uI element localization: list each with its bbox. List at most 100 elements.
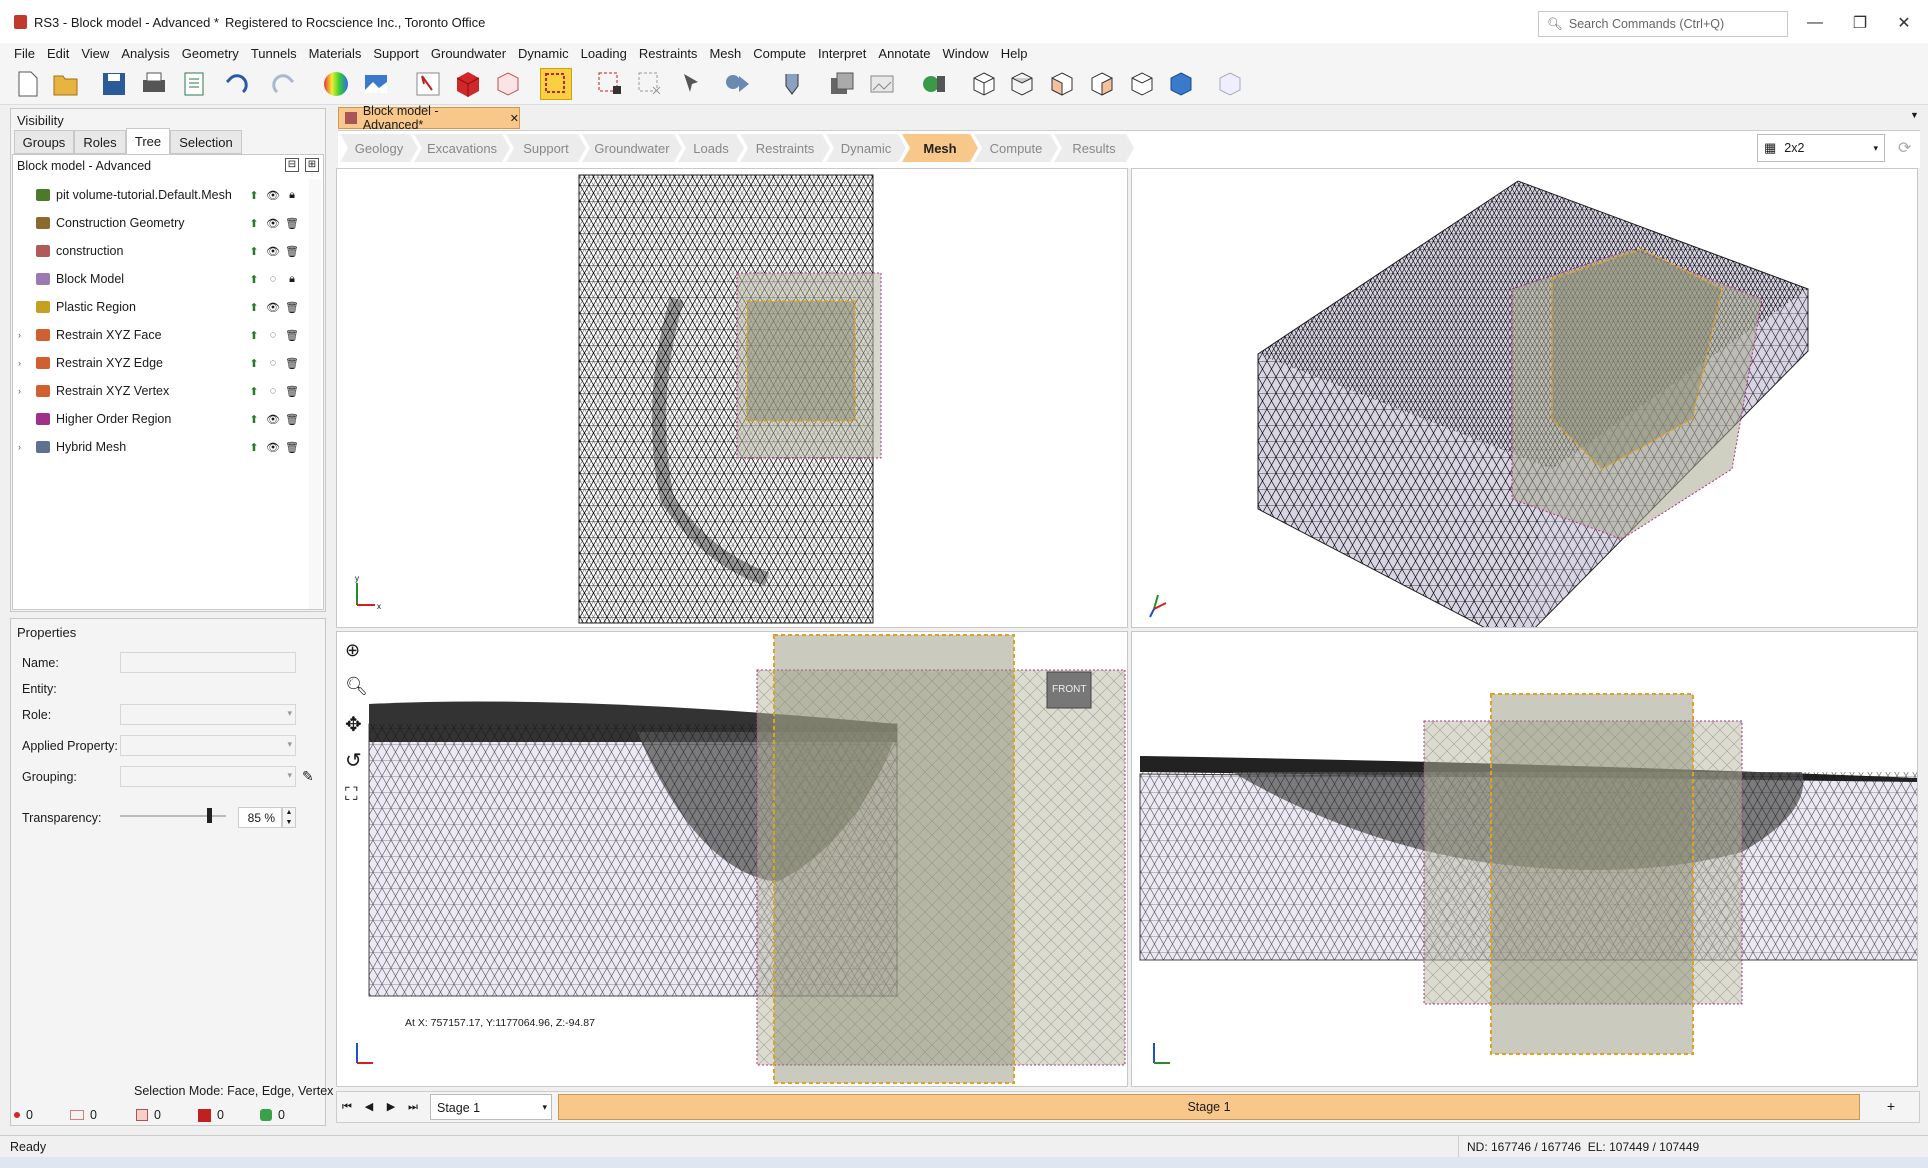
tab-tree[interactable]: Tree (126, 128, 170, 154)
eye-icon[interactable]: 👁︎ (266, 301, 280, 314)
stage-select[interactable]: Stage 1 ▾ (430, 1094, 552, 1120)
view-back-button[interactable] (1126, 68, 1158, 100)
tab-overflow-icon[interactable]: ▼ (1910, 110, 1919, 120)
image-export-button[interactable] (866, 68, 898, 100)
menu-interpret[interactable]: Interpret (812, 46, 872, 61)
tree-item[interactable]: › Restrain XYZ Face ⬆ ◌ 🗑︎ (18, 322, 307, 348)
apply-property-icon[interactable]: ⬆ (248, 301, 260, 314)
tree-item[interactable]: › Hybrid Mesh ⬆ 👁︎ 🗑︎ (18, 434, 307, 460)
grouping-select[interactable]: ▾ (120, 766, 296, 787)
edit-grouping-icon[interactable]: ✎ (302, 768, 314, 785)
apply-property-icon[interactable]: ⬆ (248, 217, 260, 230)
workflow-step-support[interactable]: Support (506, 134, 586, 162)
expand-chevron-icon[interactable]: › (18, 442, 21, 452)
deselect-button[interactable] (634, 68, 666, 100)
apply-property-icon[interactable]: ⬆ (248, 357, 260, 370)
prev-stage-button[interactable]: ◀ (360, 1097, 378, 1117)
tab-groups[interactable]: Groups (14, 130, 74, 154)
shapes-button[interactable] (722, 68, 754, 100)
last-stage-button[interactable]: ⏭ (404, 1097, 422, 1117)
view-top-button[interactable] (1006, 68, 1038, 100)
layers-button[interactable] (826, 68, 858, 100)
probe-button[interactable] (776, 68, 808, 100)
menu-help[interactable]: Help (995, 46, 1034, 61)
workflow-step-compute[interactable]: Compute (974, 134, 1058, 162)
eye-icon[interactable]: 👁︎ (266, 413, 280, 426)
menu-mesh[interactable]: Mesh (703, 46, 747, 61)
transparency-spinner[interactable]: ▲ ▼ (282, 807, 296, 828)
pan-icon[interactable]: ✥ (345, 712, 369, 736)
apply-property-icon[interactable]: ⬆ (248, 329, 260, 342)
transparency-slider-thumb[interactable] (207, 808, 213, 823)
name-field[interactable] (120, 652, 296, 673)
apply-property-icon[interactable]: ⬆ (248, 189, 260, 202)
delete-icon[interactable]: 🗑︎ (285, 245, 299, 258)
menu-file[interactable]: File (8, 46, 41, 61)
box-outline-button[interactable] (492, 68, 524, 100)
lock-icon[interactable]: 🔒︎ (286, 189, 298, 201)
first-stage-button[interactable]: ⏮ (338, 1097, 356, 1117)
zoom-window-icon[interactable]: ⊕ (345, 640, 369, 664)
workflow-step-excavations[interactable]: Excavations (414, 134, 510, 162)
document-tab[interactable]: Block model - Advanced* ✕ (338, 104, 520, 132)
workflow-step-mesh[interactable]: Mesh (902, 134, 978, 162)
tab-selection[interactable]: Selection (170, 130, 242, 154)
workflow-step-geology[interactable]: Geology (340, 134, 418, 162)
menu-window[interactable]: Window (936, 46, 994, 61)
viewport-top[interactable]: xy (336, 168, 1128, 628)
role-select[interactable]: ▾ (120, 704, 296, 725)
delete-icon[interactable]: 🗑︎ (285, 329, 299, 342)
viewport-side[interactable] (1131, 631, 1918, 1087)
menu-materials[interactable]: Materials (303, 46, 368, 61)
print-button[interactable] (138, 68, 170, 100)
eye-hidden-icon[interactable]: ◌ (267, 329, 279, 341)
workflow-step-dynamic[interactable]: Dynamic (826, 134, 906, 162)
lock-icon[interactable]: 🔒︎ (286, 273, 298, 285)
delete-icon[interactable]: 🗑︎ (285, 385, 299, 398)
apply-property-icon[interactable]: ⬆ (248, 273, 260, 286)
redo-button[interactable] (268, 68, 300, 100)
applied-property-select[interactable]: ▾ (120, 735, 296, 756)
select-tool-button[interactable] (412, 68, 444, 100)
workflow-step-groundwater[interactable]: Groundwater (582, 134, 682, 162)
delete-icon[interactable]: 🗑︎ (285, 357, 299, 370)
rotate-icon[interactable]: ↺ (345, 748, 369, 772)
stage-tab[interactable]: Stage 1 (558, 1094, 1860, 1120)
view-disabled-button[interactable] (1214, 68, 1246, 100)
new-file-button[interactable] (12, 68, 44, 100)
lock-selection-button[interactable] (594, 68, 626, 100)
close-button[interactable]: ✕ (1884, 8, 1924, 38)
report-button[interactable] (178, 68, 210, 100)
search-commands-input[interactable]: 🔍︎ Search Commands (Ctrl+Q) (1538, 11, 1788, 37)
workflow-step-loads[interactable]: Loads (678, 134, 744, 162)
menu-support[interactable]: Support (367, 46, 425, 61)
collapse-all-button[interactable]: ⊟ (285, 158, 299, 172)
workflow-step-restraints[interactable]: Restraints (740, 134, 830, 162)
eye-icon[interactable]: 👁︎ (266, 189, 280, 202)
view-perspective-button[interactable] (1166, 68, 1198, 100)
restore-button[interactable]: ❐ (1840, 8, 1880, 38)
refresh-icon[interactable]: ⟳ (1898, 138, 1911, 158)
viewport-3d[interactable] (1131, 168, 1918, 628)
apply-property-icon[interactable]: ⬆ (248, 413, 260, 426)
zoom-icon[interactable]: 🔍︎ (345, 676, 369, 700)
tree-item[interactable]: construction ⬆ 👁︎ 🗑︎ (22, 238, 307, 264)
expand-chevron-icon[interactable]: › (18, 386, 21, 396)
menu-view[interactable]: View (75, 46, 115, 61)
menu-dynamic[interactable]: Dynamic (512, 46, 575, 61)
add-stage-button[interactable]: + (1866, 1094, 1916, 1120)
apply-property-icon[interactable]: ⬆ (248, 385, 260, 398)
viewport-front[interactable]: FRONT At X: 757157.17, Y:1177064.96, Z:-… (336, 631, 1128, 1087)
red-cube-button[interactable] (452, 68, 484, 100)
delete-icon[interactable]: 🗑︎ (285, 301, 299, 314)
box-select-button[interactable] (540, 68, 572, 100)
view-right-button[interactable] (1086, 68, 1118, 100)
menu-geometry[interactable]: Geometry (176, 46, 245, 61)
eye-hidden-icon[interactable]: ◌ (267, 385, 279, 397)
delete-icon[interactable]: 🗑︎ (285, 217, 299, 230)
open-folder-button[interactable] (50, 68, 82, 100)
eye-icon[interactable]: 👁︎ (266, 245, 280, 258)
view-settings-button[interactable] (918, 68, 950, 100)
eye-icon[interactable]: 👁︎ (266, 217, 280, 230)
color-wheel-icon[interactable] (320, 68, 352, 100)
